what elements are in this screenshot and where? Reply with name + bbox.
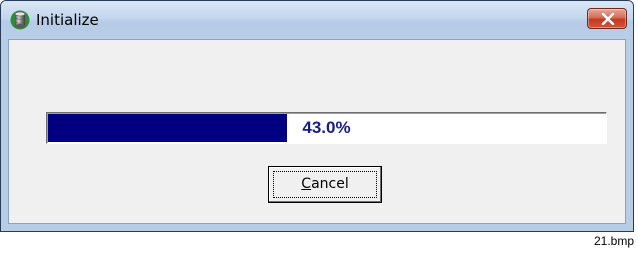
- progress-percent-text: 43.0%: [302, 118, 351, 137]
- cancel-mnemonic: C: [301, 176, 312, 192]
- image-caption: 21.bmp: [593, 234, 634, 248]
- close-icon: [601, 13, 615, 25]
- title-bar[interactable]: Initialize: [1, 1, 633, 39]
- close-button[interactable]: [587, 8, 627, 29]
- dialog-body: 43.0% Cancel: [8, 39, 626, 224]
- initialize-dialog: Initialize 43.0% Cancel: [0, 0, 634, 232]
- cancel-button-label: Cancel: [301, 176, 348, 192]
- cancel-label-rest: ancel: [311, 176, 349, 192]
- window-title: Initialize: [36, 11, 99, 29]
- progress-bar: 43.0%: [46, 112, 607, 144]
- database-icon: [10, 10, 30, 30]
- cancel-button[interactable]: Cancel: [268, 166, 382, 203]
